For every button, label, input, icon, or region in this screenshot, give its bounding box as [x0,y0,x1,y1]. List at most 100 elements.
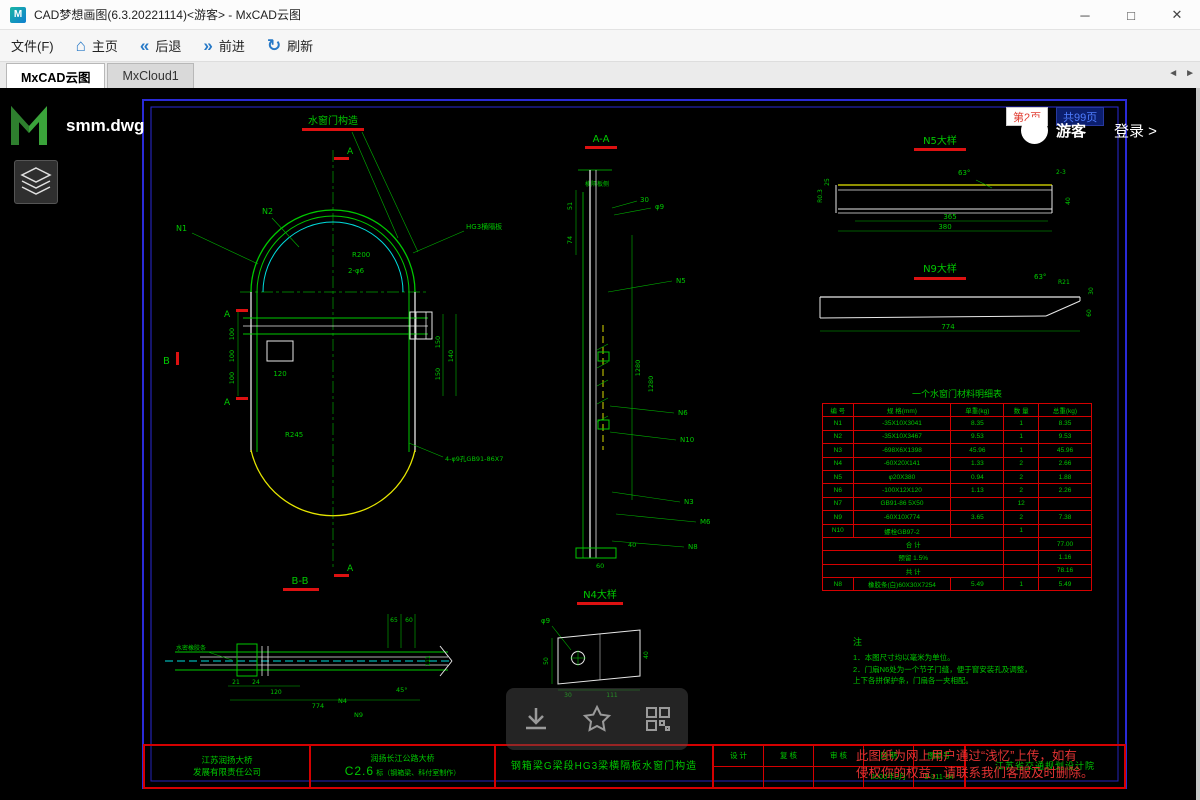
section-aa: A-A 横隔板侧 51 74 30 φ9 N5 1280 1280 N6 N10… [566,134,711,570]
dim-label: 120 [270,689,282,696]
materials-cell: -100X12X120 [853,484,951,497]
materials-cell: 合 计 [823,537,1004,550]
materials-cell: 8.35 [951,417,1004,430]
window-titlebar: M CAD梦想画图(6.3.20221114)<游客> - MxCAD云图 ─ … [0,0,1200,30]
materials-row: N8橡胶条(白)60X30X72545.4915.49 [823,578,1092,591]
dim-label: 150 [434,368,442,380]
tab-scroll-right-icon[interactable]: ► [1185,68,1195,79]
materials-cell: N3 [823,444,854,457]
menu-file[interactable]: 文件(F) [0,30,65,61]
materials-row: N1-35X10X30418.3518.35 [823,417,1092,430]
part-label: N3 [684,498,694,506]
favorite-star-icon[interactable] [582,704,612,734]
note-line: 上下各拼保护条，门扇各一夹相配。 [853,675,1108,687]
contract-note: 标（钢箱梁、科付室制作） [376,770,460,777]
materials-cell: 45.96 [951,444,1004,457]
dim-label: φ9 [541,617,550,625]
materials-cell: 2 [1004,457,1039,470]
part-label: HG3横隔板 [466,222,502,231]
section-marker: A [224,310,231,320]
maximize-button[interactable]: □ [1108,0,1154,30]
materials-cell: N8 [823,578,854,591]
materials-cell: -698X6X1398 [853,444,951,457]
menu-home-label: 主页 [92,36,118,55]
notes-title: 注 [853,636,1108,650]
materials-cell: 9.53 [951,430,1004,443]
part-label: N9 [354,711,363,719]
notes-lines: 1．本图尺寸均以毫米为单位。2．门扇N6处为一个节子门缝，便于窗安装孔及调整，上… [853,652,1108,687]
dim-label: 60 [405,617,413,624]
dim-label: 100 [228,372,236,384]
part-label: N5 [676,277,686,285]
avatar[interactable] [1021,117,1048,144]
notes: 注 1．本图尺寸均以毫米为单位。2．门扇N6处为一个节子门缝，便于窗安装孔及调整… [853,636,1108,687]
dim-label: 111 [425,655,432,667]
detail-title: N5大样 [923,134,957,147]
field-design: 设 计 [714,746,764,767]
tab-mxcad[interactable]: MxCAD云图 [6,63,105,88]
vertical-scrollbar[interactable] [1196,88,1200,800]
dim-label: 100 [228,350,236,362]
materials-header-cell: 总重(kg) [1039,404,1092,417]
download-icon[interactable] [521,704,551,734]
menu-forward[interactable]: » 前进 [192,30,255,61]
dim-label: 60 [596,562,604,570]
qrcode-icon[interactable] [643,704,673,734]
materials-cell: 1 [1004,578,1039,591]
part-label: N6 [678,409,688,417]
dim-label: 150 [434,336,442,348]
materials-row: 共 计78.16 [823,564,1092,577]
materials-cell: 橡胶条(白)60X30X7254 [853,578,951,591]
tab-scroll-left-icon[interactable]: ◄ [1168,68,1178,79]
materials-row: N10螺栓GB97-21 [823,524,1092,537]
tab-mxcloud1[interactable]: MxCloud1 [107,63,193,88]
section-marker: A [224,398,231,408]
materials-cell [1039,497,1092,510]
mxcad-logo [8,98,62,148]
materials-cell: N1 [823,417,854,430]
materials-cell: N6 [823,484,854,497]
materials-header-cell: 规 格(mm) [853,404,951,417]
close-button[interactable]: ✕ [1154,0,1200,30]
login-link[interactable]: 登录 > [1114,120,1157,141]
materials-cell: 8.35 [1039,417,1092,430]
detail-title: A-A [593,134,610,145]
dim-label: 74 [566,236,574,244]
menu-home[interactable]: ⌂ 主页 [65,30,129,61]
minimize-button[interactable]: ─ [1062,0,1108,30]
dim-label: 4-φ9孔GB91-86X7 [445,455,503,463]
menu-refresh[interactable]: ↻ 刷新 [256,30,324,61]
app-icon: M [10,7,26,23]
project-name: 润扬长江公路大桥 [371,754,435,764]
dim-label: 24 [252,679,260,686]
detail-n4: N4大样 φ9 50 30 111 40 [541,588,650,699]
layers-button[interactable] [14,160,58,204]
materials-cell: 1.88 [1039,470,1092,483]
part-label: 横隔板侧 [585,180,609,188]
home-icon: ⌂ [76,37,86,54]
materials-cell: N5 [823,470,854,483]
materials-cell: 12 [1004,497,1039,510]
menu-back[interactable]: « 后退 [129,30,192,61]
detail-n9: N9大样 63° R21 30 60 774 [820,262,1095,331]
materials-row: 预留 1.5%1.16 [823,551,1092,564]
materials-cell: N7 [823,497,854,510]
materials-cell: 1 [1004,444,1039,457]
dim-label: 774 [941,323,955,331]
materials-cell: 螺栓GB97-2 [853,524,951,537]
dim-label: 25 [824,178,831,186]
materials-row: 合 计77.00 [823,537,1092,550]
materials-cell: 1 [1004,430,1039,443]
dim-label: 30 [1088,287,1095,295]
section-marker: A [347,564,354,574]
detail-title: 水窗门构造 [308,114,358,127]
materials-row: N2-35X10X34679.5319.53 [823,430,1092,443]
dim-label: 774 [312,702,324,710]
materials-cell: 2 [1004,511,1039,524]
forward-icon: » [203,37,212,54]
dim-label: R245 [285,431,303,439]
menu-forward-label: 前进 [219,36,245,55]
materials-row: N6-100X12X1201.1322.26 [823,484,1092,497]
user-name[interactable]: 游客 [1056,120,1086,141]
detail-title: B-B [292,576,309,587]
